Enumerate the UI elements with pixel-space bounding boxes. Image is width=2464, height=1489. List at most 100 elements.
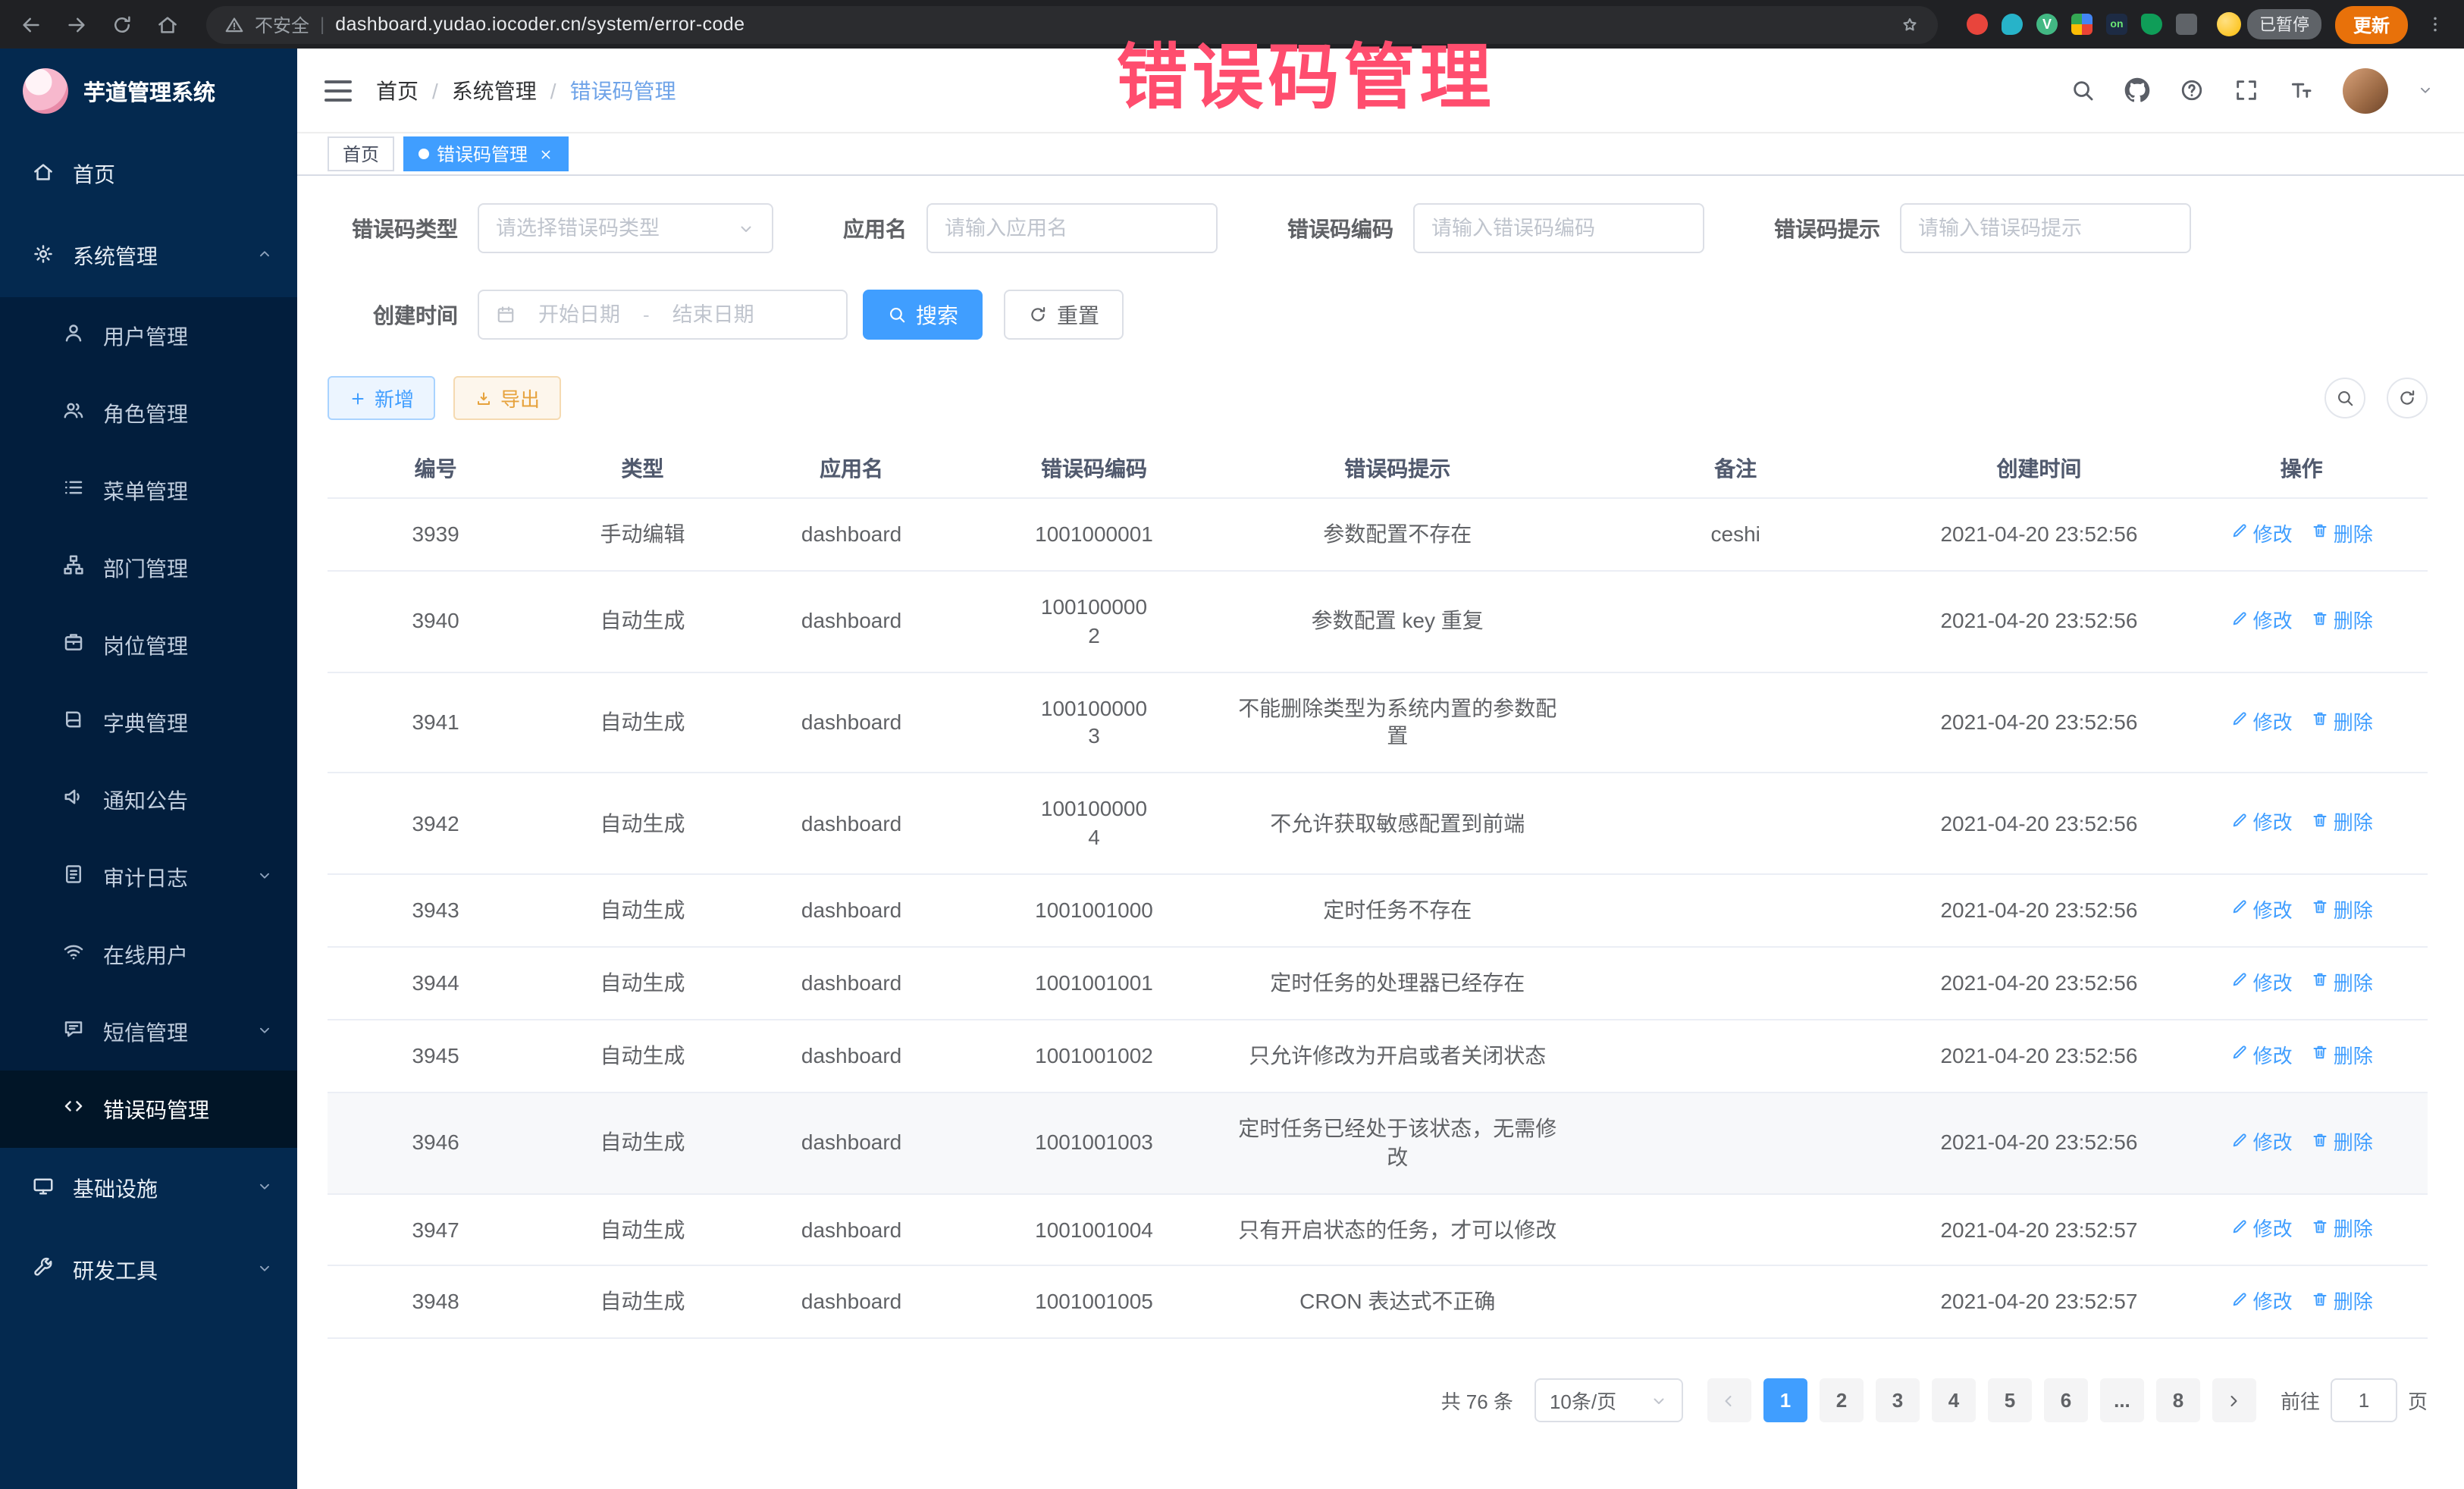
refresh-table-icon[interactable]	[2387, 378, 2428, 418]
chevron-down-icon[interactable]	[2417, 82, 2434, 99]
edit-link[interactable]: 修改	[2230, 898, 2293, 924]
start-date-input[interactable]	[526, 303, 632, 326]
edit-link[interactable]: 修改	[2230, 1130, 2293, 1156]
add-button[interactable]: 新增	[328, 376, 435, 420]
browser-reload-icon[interactable]	[106, 13, 138, 36]
address-bar[interactable]: 不安全 | dashboard.yudao.iocoder.cn/system/…	[206, 5, 1938, 43]
sidebar-item-dev-tools[interactable]: 研发工具	[0, 1230, 297, 1312]
toggle-search-icon[interactable]	[2324, 378, 2365, 418]
cell-time: 2021-04-20 23:52:56	[1902, 672, 2175, 773]
close-icon[interactable]	[538, 146, 553, 161]
edit-link[interactable]: 修改	[2230, 521, 2293, 547]
bookmark-star-icon[interactable]	[1900, 14, 1920, 34]
page-button-5[interactable]: 5	[1988, 1379, 2032, 1423]
browser-back-icon[interactable]	[15, 13, 47, 36]
export-button[interactable]: 导出	[453, 376, 561, 420]
sidebar-item-online-user[interactable]: 在线用户	[0, 916, 297, 993]
page-button-1[interactable]: 1	[1763, 1379, 1807, 1423]
goto-page-input[interactable]	[2331, 1379, 2397, 1423]
page-button-4[interactable]: 4	[1932, 1379, 1976, 1423]
sidebar-item-menu[interactable]: 菜单管理	[0, 452, 297, 529]
trash-icon	[2311, 1290, 2329, 1315]
sidebar-item-error-code[interactable]: 错误码管理	[0, 1071, 297, 1148]
tab-error-code[interactable]: 错误码管理	[403, 136, 569, 171]
search-button[interactable]: 搜索	[863, 290, 983, 340]
sidebar-item-sms[interactable]: 短信管理	[0, 993, 297, 1071]
user-avatar[interactable]	[2343, 67, 2388, 113]
github-icon[interactable]	[2124, 77, 2150, 103]
extension-icon-vue[interactable]: V	[2036, 14, 2058, 35]
search-icon[interactable]	[2070, 77, 2096, 103]
edit-link[interactable]: 修改	[2230, 608, 2293, 635]
next-page-button[interactable]	[2212, 1379, 2256, 1423]
update-button[interactable]: 更新	[2335, 5, 2408, 43]
sidebar-item-infra[interactable]: 基础设施	[0, 1148, 297, 1230]
cell-remark	[1569, 1093, 1902, 1193]
sidebar-item-dept[interactable]: 部门管理	[0, 529, 297, 607]
breadcrumb-system[interactable]: 系统管理	[452, 75, 537, 105]
end-date-input[interactable]	[660, 303, 766, 326]
extension-icon-drop[interactable]	[2002, 14, 2023, 35]
sidebar-item-role[interactable]: 角色管理	[0, 375, 297, 452]
fullscreen-icon[interactable]	[2234, 77, 2259, 103]
edit-link[interactable]: 修改	[2230, 1042, 2293, 1069]
error-msg-input[interactable]	[1918, 217, 2173, 240]
page-button-6[interactable]: 6	[2044, 1379, 2088, 1423]
sidebar-item-audit-log[interactable]: 审计日志	[0, 839, 297, 916]
delete-link[interactable]: 删除	[2311, 1042, 2373, 1069]
help-icon[interactable]	[2179, 77, 2205, 103]
sidebar-item-home[interactable]: 首页	[0, 133, 297, 215]
delete-link[interactable]: 删除	[2311, 608, 2373, 635]
prev-page-button[interactable]	[1707, 1379, 1751, 1423]
breadcrumb-home[interactable]: 首页	[376, 75, 419, 105]
page-button-3[interactable]: 3	[1876, 1379, 1920, 1423]
browser-home-icon[interactable]	[152, 13, 183, 36]
error-type-select-input[interactable]	[496, 217, 728, 240]
date-range-picker[interactable]: -	[478, 290, 848, 340]
trash-icon	[2311, 811, 2329, 835]
tab-home[interactable]: 首页	[328, 136, 394, 171]
filter-error-msg: 错误码提示	[1774, 203, 2191, 253]
delete-link[interactable]: 删除	[2311, 898, 2373, 924]
edit-link[interactable]: 修改	[2230, 810, 2293, 837]
edit-link[interactable]: 修改	[2230, 1289, 2293, 1315]
delete-link[interactable]: 删除	[2311, 970, 2373, 996]
cell-code: 1001001000	[962, 875, 1227, 946]
sms-icon	[62, 1017, 85, 1046]
delete-link[interactable]: 删除	[2311, 521, 2373, 547]
extension-icon-leaf[interactable]	[2141, 14, 2162, 35]
page-size-select[interactable]: 10条/页	[1535, 1379, 1683, 1423]
font-size-icon[interactable]	[2288, 77, 2314, 103]
browser-forward-icon[interactable]	[61, 13, 92, 36]
page-ellipsis[interactable]: ...	[2100, 1379, 2144, 1423]
delete-link[interactable]: 删除	[2311, 1289, 2373, 1315]
hamburger-icon[interactable]	[324, 80, 352, 101]
sidebar-item-notice[interactable]: 通知公告	[0, 761, 297, 839]
sidebar-item-post[interactable]: 岗位管理	[0, 607, 297, 684]
page-button-2[interactable]: 2	[1820, 1379, 1864, 1423]
profile-badge[interactable]: 已暂停	[2217, 9, 2321, 39]
delete-link[interactable]: 删除	[2311, 1130, 2373, 1156]
edit-link[interactable]: 修改	[2230, 970, 2293, 996]
delete-link[interactable]: 删除	[2311, 709, 2373, 735]
delete-link[interactable]: 删除	[2311, 810, 2373, 837]
page-button-8[interactable]: 8	[2156, 1379, 2200, 1423]
extension-icon-grid[interactable]	[2071, 14, 2093, 35]
app-name-input[interactable]	[945, 217, 1199, 240]
reset-button[interactable]: 重置	[1004, 290, 1124, 340]
error-code-input[interactable]	[1431, 217, 1686, 240]
sidebar-item-system[interactable]: 系统管理	[0, 215, 297, 297]
filter-label: 错误码类型	[328, 213, 458, 243]
sidebar-item-dict[interactable]: 字典管理	[0, 684, 297, 761]
browser-menu-icon[interactable]	[2422, 14, 2449, 35]
error-type-select[interactable]	[478, 203, 773, 253]
delete-link[interactable]: 删除	[2311, 1217, 2373, 1243]
extension-icon-on[interactable]: on	[2106, 14, 2127, 35]
sidebar-item-user[interactable]: 用户管理	[0, 297, 297, 375]
url-text[interactable]: dashboard.yudao.iocoder.cn/system/error-…	[335, 14, 745, 35]
edit-link[interactable]: 修改	[2230, 1217, 2293, 1243]
table-row: 3945 自动生成 dashboard 1001001002 只允许修改为开启或…	[328, 1020, 2428, 1093]
extension-icon-red[interactable]	[1967, 14, 1988, 35]
edit-link[interactable]: 修改	[2230, 709, 2293, 735]
extensions-puzzle-icon[interactable]	[2176, 14, 2197, 35]
